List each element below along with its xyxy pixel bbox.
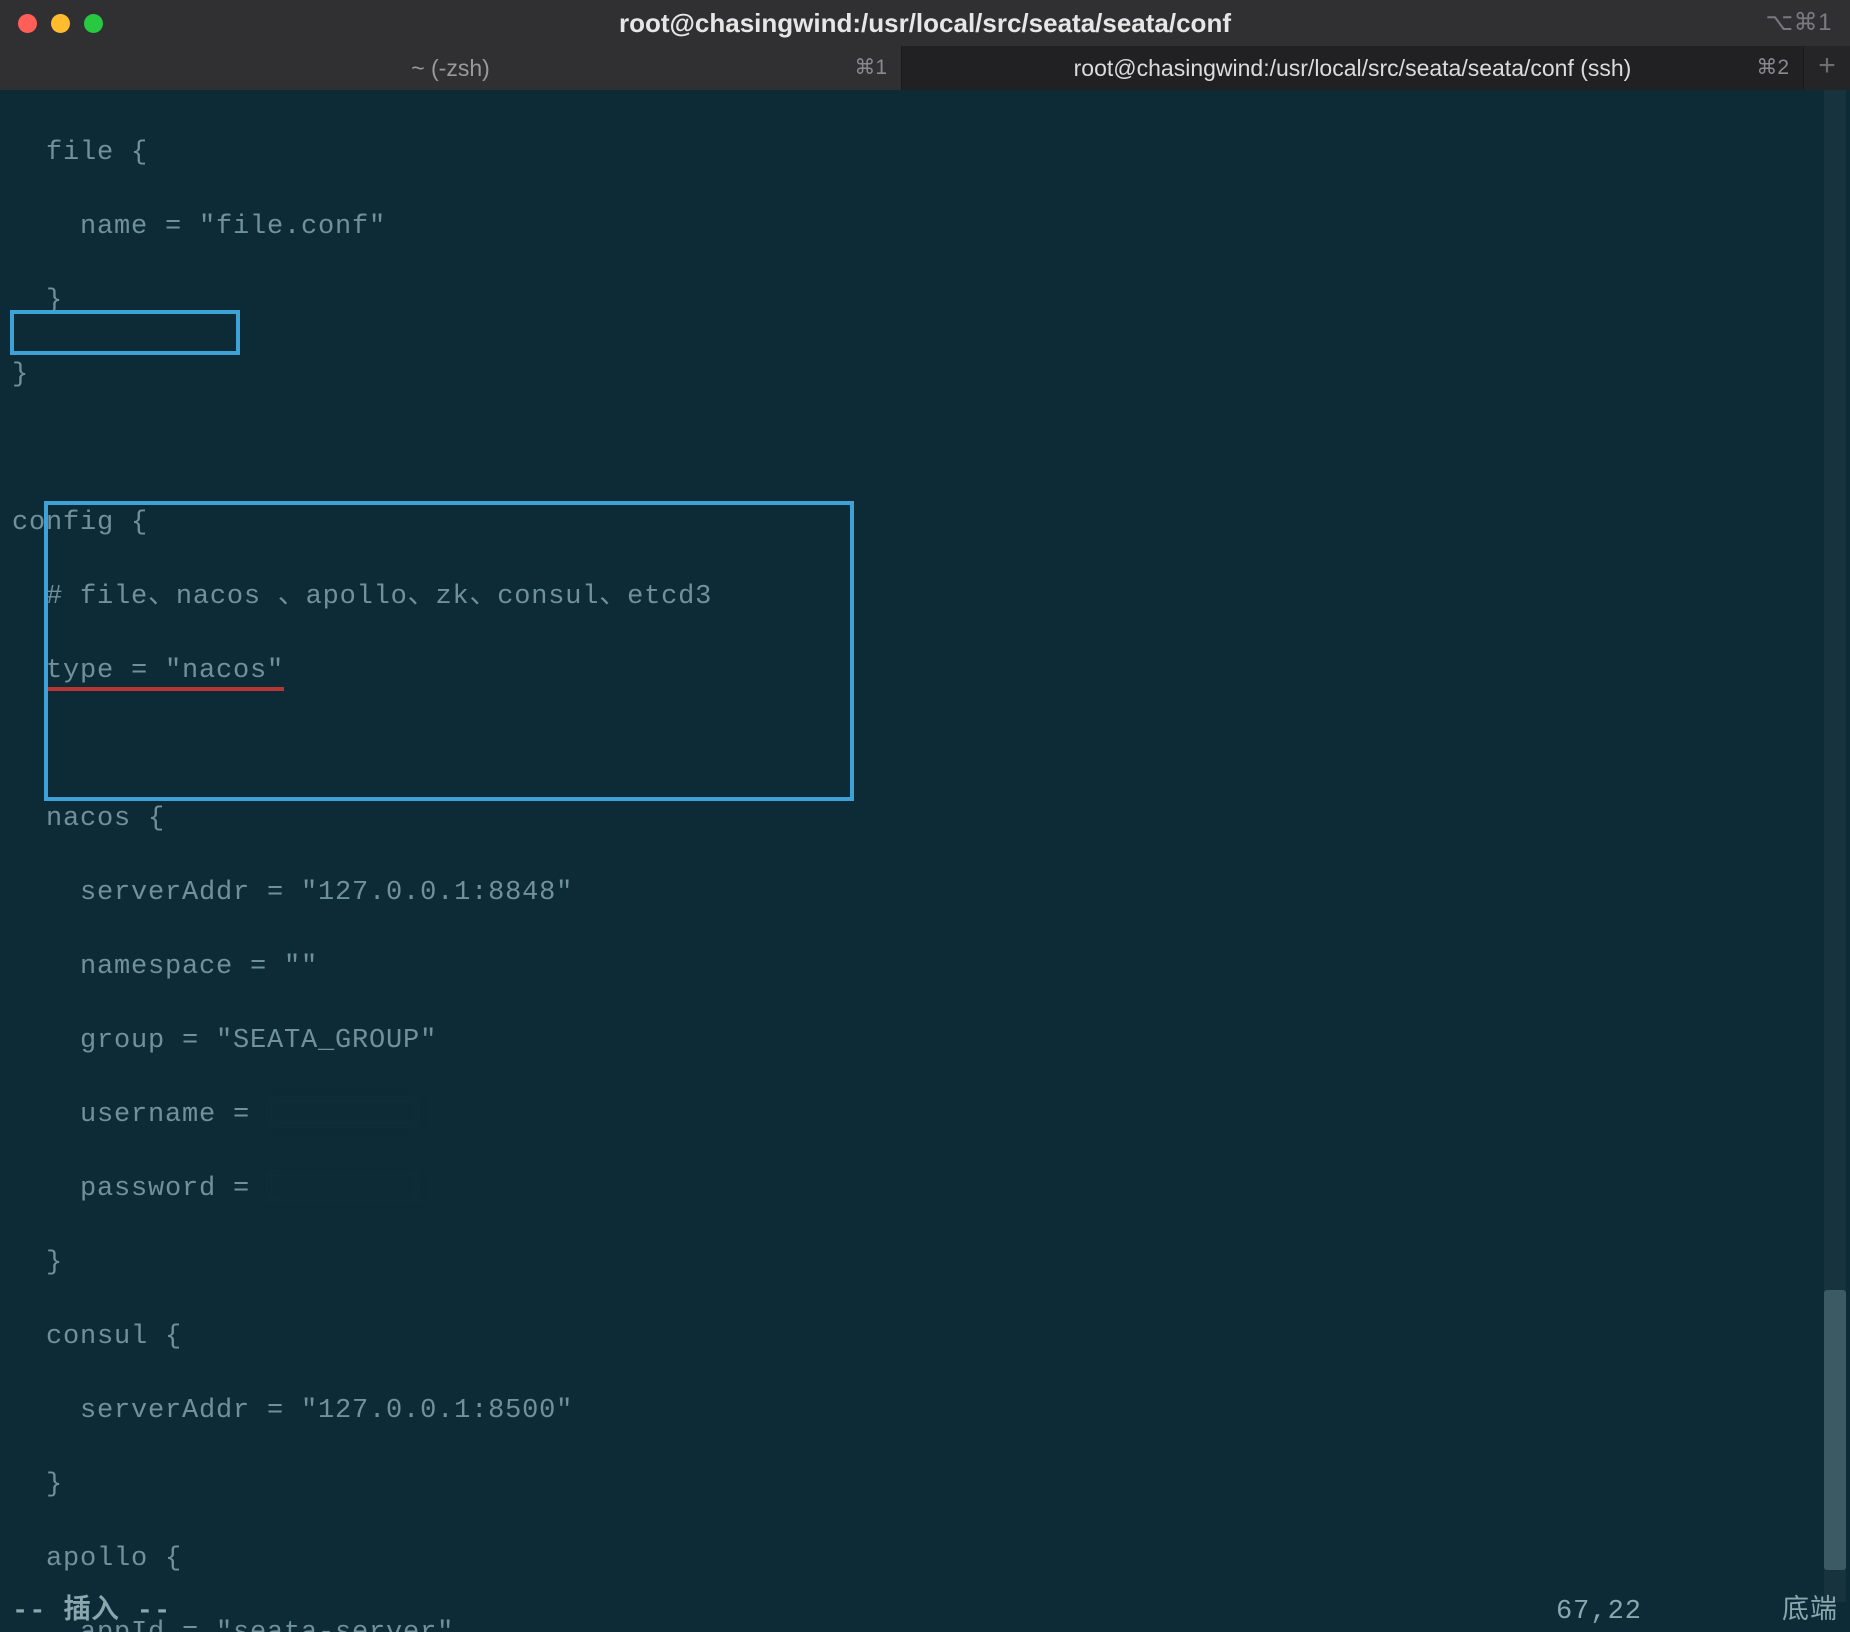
- vim-scroll-percent: 底端: [1782, 1594, 1838, 1632]
- code-line: serverAddr = "127.0.0.1:8500": [12, 1393, 1838, 1430]
- code-line: }: [12, 283, 1838, 320]
- window-title: root@chasingwind:/usr/local/src/seata/se…: [0, 5, 1850, 41]
- tab-shortcut: ⌘2: [1756, 53, 1789, 82]
- plus-icon: +: [1818, 47, 1836, 89]
- tab-ssh[interactable]: root@chasingwind:/usr/local/src/seata/se…: [902, 46, 1804, 90]
- code-line: serverAddr = "127.0.0.1:8848": [12, 875, 1838, 912]
- code-line: type = "nacos": [12, 653, 1838, 690]
- vim-status-line: -- 插入 -- 67,22 底端: [12, 1594, 1838, 1632]
- code-line: password =: [12, 1171, 1838, 1208]
- tab-shortcut: ⌘1: [854, 53, 887, 82]
- editor-content[interactable]: file { name = "file.conf" } } config { #…: [0, 90, 1850, 1632]
- redacted-username: [267, 1097, 419, 1127]
- tab-bar: ~ (-zsh) ⌘1 root@chasingwind:/usr/local/…: [0, 46, 1850, 90]
- code-line: nacos {: [12, 801, 1838, 838]
- code-line: apollo {: [12, 1541, 1838, 1578]
- redacted-password: [267, 1171, 419, 1201]
- traffic-lights: [18, 14, 103, 33]
- window-profile-hint: ⌥⌘1: [1765, 6, 1832, 40]
- tab-label: root@chasingwind:/usr/local/src/seata/se…: [1074, 52, 1632, 84]
- code-line: group = "SEATA_GROUP": [12, 1023, 1838, 1060]
- code-line: file {: [12, 135, 1838, 172]
- code-line: # file、nacos 、apollo、zk、consul、etcd3: [12, 579, 1838, 616]
- tab-label: ~ (-zsh): [411, 52, 490, 84]
- tab-zsh[interactable]: ~ (-zsh) ⌘1: [0, 46, 902, 90]
- vim-mode: -- 插入 --: [12, 1594, 171, 1632]
- code-line: name = "file.conf": [12, 209, 1838, 246]
- vim-cursor-position: 67,22: [1556, 1594, 1642, 1632]
- terminal-editor-area[interactable]: file { name = "file.conf" } } config { #…: [0, 90, 1850, 1632]
- code-line: }: [12, 357, 1838, 394]
- window-titlebar: root@chasingwind:/usr/local/src/seata/se…: [0, 0, 1850, 46]
- code-line: [12, 727, 1838, 764]
- code-line: config {: [12, 505, 1838, 542]
- highlighted-type-line: type = "nacos": [46, 656, 284, 691]
- minimize-window-button[interactable]: [51, 14, 70, 33]
- code-line: }: [12, 1245, 1838, 1282]
- scrollbar-thumb[interactable]: [1824, 1290, 1846, 1570]
- code-line: consul {: [12, 1319, 1838, 1356]
- code-line: namespace = "": [12, 949, 1838, 986]
- code-line: [12, 431, 1838, 468]
- zoom-window-button[interactable]: [84, 14, 103, 33]
- close-window-button[interactable]: [18, 14, 37, 33]
- add-tab-button[interactable]: +: [1804, 46, 1850, 90]
- code-line: username =: [12, 1097, 1838, 1134]
- code-line: }: [12, 1467, 1838, 1504]
